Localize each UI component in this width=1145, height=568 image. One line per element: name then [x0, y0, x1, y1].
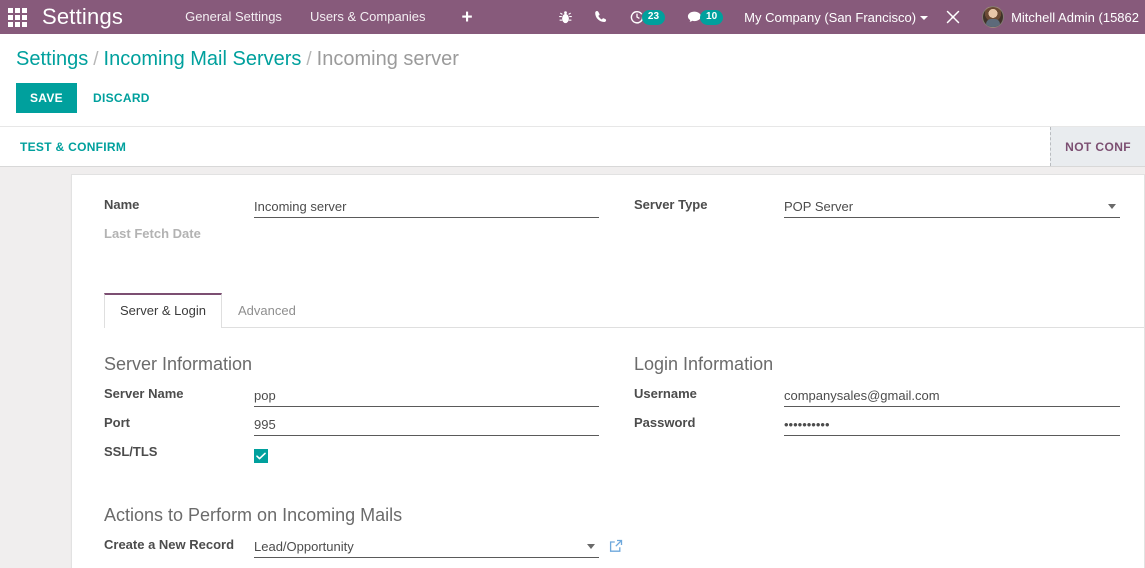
port-input[interactable]: [254, 415, 599, 436]
tab-advanced[interactable]: Advanced: [222, 293, 312, 328]
save-button[interactable]: SAVE: [16, 83, 77, 113]
field-row-server-type: Server Type: [634, 197, 1120, 226]
bug-icon[interactable]: [548, 0, 583, 34]
chevron-down-icon: [920, 16, 929, 21]
server-information-title: Server Information: [104, 354, 253, 374]
server-login-group: Server Information Server Name Port: [104, 352, 1120, 473]
app-brand-settings[interactable]: Settings: [34, 4, 133, 30]
statusbar-actions: TEST & CONFIRM: [0, 127, 130, 166]
field-row-port: Port: [104, 415, 612, 444]
field-row-server-name: Server Name: [104, 386, 612, 415]
activity-counter-badge: 23: [641, 9, 666, 25]
server-type-select[interactable]: [784, 197, 1120, 218]
field-row-username: Username: [634, 386, 1120, 415]
label-create-a-new-record: Create a New Record: [104, 537, 235, 552]
field-row-spacer: [634, 226, 1120, 255]
label-password: Password: [634, 415, 696, 430]
label-port: Port: [104, 415, 130, 430]
tab-pane-server-and-login: Server Information Server Name Port: [104, 328, 1144, 566]
breadcrumb-settings[interactable]: Settings: [16, 48, 88, 70]
label-name: Name: [104, 197, 140, 212]
sheet-inner: Name Last Fetch Date: [72, 197, 1144, 255]
field-row-name: Name: [104, 197, 612, 226]
nav-add-icon[interactable]: +: [452, 8, 483, 27]
login-information-column: Login Information Username Password: [612, 352, 1120, 473]
status-badge-not-confirmed[interactable]: NOT CONF: [1050, 127, 1145, 166]
company-name: My Company (San Francisco): [744, 9, 917, 25]
ssl-tls-checkbox[interactable]: [254, 449, 268, 463]
breadcrumb-separator-1: /: [93, 49, 99, 70]
name-input[interactable]: [254, 197, 599, 218]
nav-item-general-settings[interactable]: General Settings: [171, 0, 296, 34]
test-and-confirm-button[interactable]: TEST & CONFIRM: [16, 140, 130, 154]
company-switcher[interactable]: My Company (San Francisco): [734, 10, 934, 25]
apps-grid-icon[interactable]: [0, 0, 34, 34]
header-right-column: Server Type: [612, 197, 1120, 255]
label-username: Username: [634, 386, 697, 401]
login-information-title: Login Information: [634, 354, 774, 374]
field-row-last-fetch-date: Last Fetch Date: [104, 226, 612, 255]
label-ssl-tls: SSL/TLS: [104, 444, 158, 459]
nav-item-users-companies[interactable]: Users & Companies: [296, 0, 440, 34]
label-server-type: Server Type: [634, 197, 708, 212]
navbar-menu: General Settings Users & Companies +: [171, 0, 483, 34]
form-sheet: Name Last Fetch Date: [71, 174, 1145, 568]
field-row-create-new-record: Create a New Record: [104, 537, 1120, 566]
control-panel-buttons: SAVE DISCARD: [16, 73, 1129, 126]
discard-button[interactable]: DISCARD: [83, 83, 160, 113]
messages-counter-badge: 10: [700, 9, 724, 25]
breadcrumb-separator-2: /: [306, 49, 312, 70]
tools-icon[interactable]: [934, 0, 972, 34]
activity-clock-icon[interactable]: 23: [619, 0, 676, 34]
actions-section-title: Actions to Perform on Incoming Mails: [104, 505, 403, 525]
field-row-password: Password: [634, 415, 1120, 444]
breadcrumb: Settings / Incoming Mail Servers / Incoming …: [16, 46, 1129, 73]
password-input[interactable]: [784, 415, 1120, 436]
label-server-name: Server Name: [104, 386, 184, 401]
server-information-column: Server Information Server Name Port: [104, 352, 612, 473]
header-field-group: Name Last Fetch Date: [104, 197, 1120, 255]
external-link-icon[interactable]: [609, 539, 623, 556]
statusbar-stages: NOT CONF: [1050, 127, 1145, 166]
field-row-ssl-tls: SSL/TLS: [104, 444, 612, 473]
user-menu[interactable]: Mitchell Admin (15862: [1011, 10, 1145, 25]
label-last-fetch-date: Last Fetch Date: [104, 226, 201, 241]
messages-icon[interactable]: 10: [676, 0, 734, 34]
avatar[interactable]: [982, 6, 1005, 28]
breadcrumb-incoming-mail-servers[interactable]: Incoming Mail Servers: [104, 48, 302, 70]
breadcrumb-current: Incoming server: [316, 48, 459, 70]
server-name-input[interactable]: [254, 386, 599, 407]
notebook: Server & Login Advanced Server Informati…: [104, 293, 1144, 566]
create-new-record-select[interactable]: [254, 537, 599, 558]
phone-icon[interactable]: [583, 0, 619, 34]
page-background: Name Last Fetch Date: [0, 174, 1145, 568]
statusbar: TEST & CONFIRM NOT CONF: [0, 126, 1145, 167]
username-input[interactable]: [784, 386, 1120, 407]
navbar-right: 23 10 My Company (San Francisco) Mitchel…: [548, 0, 1145, 34]
tab-server-and-login[interactable]: Server & Login: [104, 293, 222, 328]
notebook-tabs: Server & Login Advanced: [104, 293, 1144, 328]
control-panel: Settings / Incoming Mail Servers / Incoming …: [0, 34, 1145, 126]
header-left-column: Name Last Fetch Date: [104, 197, 612, 255]
top-navbar: Settings General Settings Users & Compan…: [0, 0, 1145, 34]
